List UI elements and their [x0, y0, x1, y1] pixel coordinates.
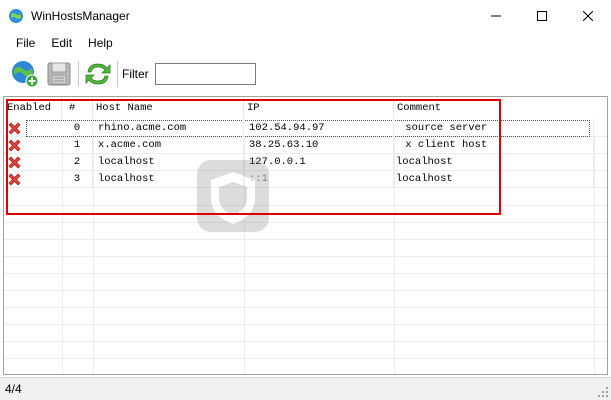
- toolbar-separator: [117, 61, 118, 87]
- save-disk-icon: [47, 62, 71, 86]
- menu-help[interactable]: Help: [80, 36, 121, 50]
- disabled-x-icon[interactable]: [7, 155, 22, 170]
- close-icon: [583, 10, 593, 21]
- grid-line: [4, 239, 607, 240]
- maximize-button[interactable]: [519, 0, 565, 31]
- minimize-button[interactable]: [473, 0, 519, 31]
- cell-index: 2: [62, 154, 93, 171]
- cell-comment: x client host: [394, 137, 594, 154]
- cell-index: 1: [62, 137, 93, 154]
- grid-line: [4, 256, 607, 257]
- cell-ip: 102.54.94.97: [244, 120, 394, 137]
- filter-label: Filter: [122, 67, 149, 81]
- column-header-enabled[interactable]: Enabled: [4, 97, 62, 119]
- cell-ip: 38.25.63.10: [244, 137, 394, 154]
- table-row[interactable]: 2 localhost 127.0.0.1 localhost: [4, 154, 607, 171]
- column-header-index[interactable]: #: [62, 97, 93, 119]
- cell-comment: localhost: [394, 154, 594, 171]
- status-bar: 4/4: [0, 377, 611, 400]
- minimize-icon: [491, 15, 501, 16]
- hosts-grid[interactable]: Enabled # Host Name IP Comment 0 rhino.a…: [3, 96, 608, 375]
- grid-line: [4, 341, 607, 342]
- status-count: 4/4: [5, 382, 22, 396]
- save-button[interactable]: [42, 57, 76, 91]
- cell-host-name: localhost: [93, 171, 244, 188]
- table-row[interactable]: 1 x.acme.com 38.25.63.10 x client host: [4, 137, 607, 154]
- title-bar: WinHostsManager: [0, 0, 611, 31]
- table-row[interactable]: 3 localhost ::1 localhost: [4, 171, 607, 188]
- cell-index: 0: [62, 120, 93, 137]
- menu-bar: File Edit Help: [0, 31, 611, 55]
- app-globe-icon: [9, 8, 23, 23]
- filter-input[interactable]: [154, 63, 256, 85]
- cell-index: 3: [62, 171, 93, 188]
- menu-edit[interactable]: Edit: [43, 36, 80, 50]
- grid-line: [4, 290, 607, 291]
- disabled-x-icon[interactable]: [7, 121, 22, 136]
- maximize-icon: [537, 10, 547, 21]
- table-row[interactable]: 0 rhino.acme.com 102.54.94.97 source ser…: [4, 120, 607, 137]
- disabled-x-icon[interactable]: [7, 138, 22, 153]
- cell-comment: localhost: [394, 171, 594, 188]
- cell-ip: ::1: [244, 171, 394, 188]
- refresh-icon: [85, 63, 111, 85]
- close-button[interactable]: [565, 0, 611, 31]
- refresh-button[interactable]: [81, 57, 115, 91]
- cell-host-name: x.acme.com: [93, 137, 244, 154]
- window-title: WinHostsManager: [31, 8, 130, 23]
- resize-grip-icon[interactable]: [597, 386, 609, 398]
- toolbar-separator: [78, 61, 79, 87]
- grid-line: [4, 307, 607, 308]
- cell-ip: 127.0.0.1: [244, 154, 394, 171]
- column-header-ip[interactable]: IP: [244, 97, 394, 119]
- add-host-button[interactable]: [8, 57, 42, 91]
- grid-line: [4, 358, 607, 359]
- menu-file[interactable]: File: [8, 36, 43, 50]
- grid-line: [4, 273, 607, 274]
- cell-host-name: rhino.acme.com: [93, 120, 244, 137]
- grid-line: [4, 205, 607, 206]
- disabled-x-icon[interactable]: [7, 172, 22, 187]
- add-globe-icon: [12, 61, 39, 88]
- toolbar: Filter: [0, 56, 611, 92]
- grid-header: Enabled # Host Name IP Comment: [4, 97, 607, 119]
- grid-line: [4, 324, 607, 325]
- grid-line: [4, 222, 607, 223]
- cell-comment: source server: [394, 120, 594, 137]
- column-header-host-name[interactable]: Host Name: [93, 97, 244, 119]
- column-header-comment[interactable]: Comment: [394, 97, 594, 119]
- cell-host-name: localhost: [93, 154, 244, 171]
